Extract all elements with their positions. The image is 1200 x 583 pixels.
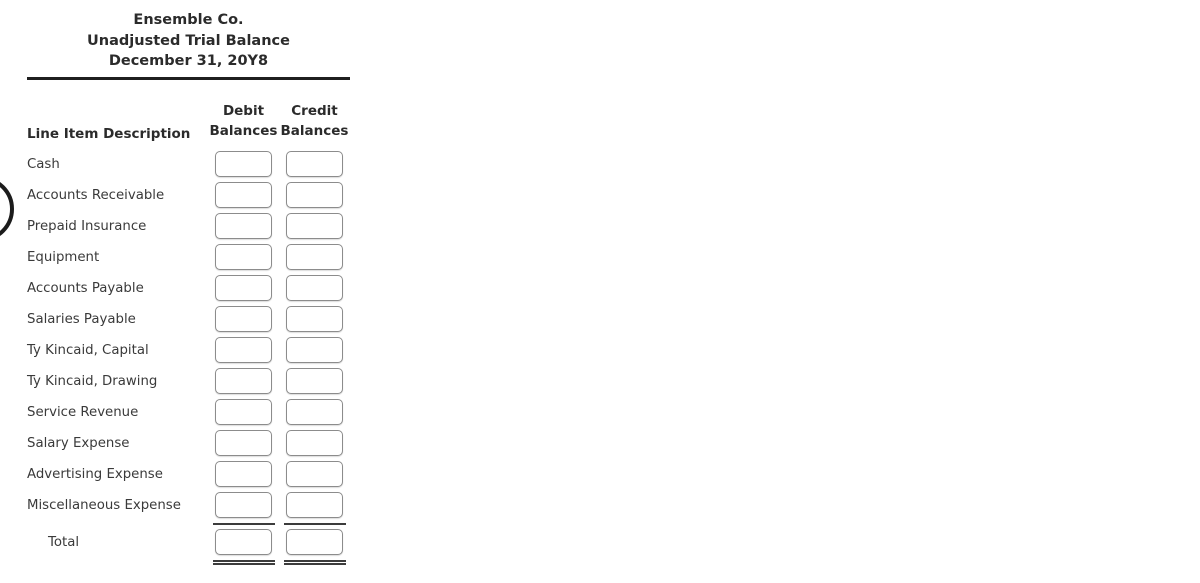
credit-cell — [279, 180, 350, 211]
table-row: Equipment — [27, 242, 350, 273]
debit-input[interactable] — [215, 213, 272, 240]
trial-balance-worksheet: Ensemble Co. Unadjusted Trial Balance De… — [27, 0, 350, 567]
row-label: Advertising Expense — [27, 466, 163, 482]
debit-cell — [208, 304, 279, 335]
row-label: Equipment — [27, 249, 100, 265]
total-double-rule-row — [27, 558, 350, 567]
table-row: Salary Expense — [27, 428, 350, 459]
statement-date: December 31, 20Y8 — [108, 53, 269, 70]
debit-input[interactable] — [215, 399, 272, 426]
column-header-debit-balances: Debit Balances — [208, 80, 279, 149]
table-row: Service Revenue — [27, 397, 350, 428]
debit-cell — [208, 335, 279, 366]
total-debit-input[interactable] — [215, 529, 272, 556]
row-label: Service Revenue — [27, 404, 139, 420]
credit-total-double-rule — [279, 558, 350, 567]
table-row: Miscellaneous Expense — [27, 490, 350, 521]
total-credit-cell — [279, 527, 350, 558]
credit-input[interactable] — [286, 399, 343, 426]
worksheet-title-block: Ensemble Co. Unadjusted Trial Balance De… — [27, 0, 350, 72]
column-header-debit-line1: Debit — [222, 102, 265, 119]
credit-input[interactable] — [286, 275, 343, 302]
row-label: Ty Kincaid, Capital — [27, 342, 149, 358]
credit-cell — [279, 211, 350, 242]
column-header-description: Line Item Description — [27, 125, 191, 142]
credit-input[interactable] — [286, 337, 343, 364]
credit-input[interactable] — [286, 306, 343, 333]
credit-cell — [279, 428, 350, 459]
debit-input[interactable] — [215, 492, 272, 519]
table-header-row: Line Item Description Debit Balances Cre… — [27, 80, 350, 149]
credit-cell — [279, 242, 350, 273]
credit-input[interactable] — [286, 492, 343, 519]
table-row: Salaries Payable — [27, 304, 350, 335]
debit-cell — [208, 459, 279, 490]
debit-cell — [208, 366, 279, 397]
row-label: Salaries Payable — [27, 311, 136, 327]
row-label: Ty Kincaid, Drawing — [27, 373, 158, 389]
debit-input[interactable] — [215, 306, 272, 333]
total-credit-input[interactable] — [286, 529, 343, 556]
credit-cell — [279, 366, 350, 397]
credit-cell — [279, 490, 350, 521]
row-label: Salary Expense — [27, 435, 130, 451]
table-row: Accounts Payable — [27, 273, 350, 304]
row-label: Accounts Receivable — [27, 187, 165, 203]
row-label: Accounts Payable — [27, 280, 144, 296]
debit-input[interactable] — [215, 368, 272, 395]
row-label: Cash — [27, 156, 60, 172]
debit-input[interactable] — [215, 275, 272, 302]
debit-cell — [208, 211, 279, 242]
row-label: Prepaid Insurance — [27, 218, 147, 234]
debit-input[interactable] — [215, 430, 272, 457]
column-header-credit-line2: Balances — [280, 123, 349, 140]
debit-input[interactable] — [215, 151, 272, 178]
total-row: Total — [27, 527, 350, 558]
column-header-credit-balances: Credit Balances — [279, 80, 350, 149]
credit-cell — [279, 149, 350, 180]
debit-input[interactable] — [215, 337, 272, 364]
table-row: Prepaid Insurance — [27, 211, 350, 242]
credit-input[interactable] — [286, 244, 343, 271]
credit-cell — [279, 335, 350, 366]
debit-input[interactable] — [215, 461, 272, 488]
credit-input[interactable] — [286, 368, 343, 395]
table-row: Cash — [27, 149, 350, 180]
row-label: Miscellaneous Expense — [27, 497, 181, 513]
table-row: Ty Kincaid, Capital — [27, 335, 350, 366]
debit-total-double-rule — [208, 558, 279, 567]
debit-cell — [208, 273, 279, 304]
debit-cell — [208, 180, 279, 211]
debit-input[interactable] — [215, 182, 272, 209]
total-label: Total — [48, 534, 80, 550]
table-row: Accounts Receivable — [27, 180, 350, 211]
credit-input[interactable] — [286, 213, 343, 240]
debit-cell — [208, 397, 279, 428]
credit-cell — [279, 459, 350, 490]
debit-cell — [208, 490, 279, 521]
column-header-credit-line1: Credit — [291, 102, 338, 119]
table-row: Advertising Expense — [27, 459, 350, 490]
credit-cell — [279, 397, 350, 428]
statement-title: Unadjusted Trial Balance — [87, 32, 290, 49]
credit-cell — [279, 273, 350, 304]
credit-input[interactable] — [286, 430, 343, 457]
loading-circle-icon — [0, 176, 14, 242]
company-name: Ensemble Co. — [133, 12, 244, 28]
credit-input[interactable] — [286, 151, 343, 178]
total-debit-cell — [208, 527, 279, 558]
table-row: Ty Kincaid, Drawing — [27, 366, 350, 397]
rule-spacer — [27, 558, 208, 567]
trial-balance-table: Line Item Description Debit Balances Cre… — [27, 80, 350, 567]
credit-cell — [279, 304, 350, 335]
debit-input[interactable] — [215, 244, 272, 271]
credit-input[interactable] — [286, 182, 343, 209]
debit-cell — [208, 428, 279, 459]
column-header-debit-line2: Balances — [209, 123, 278, 140]
debit-cell — [208, 149, 279, 180]
credit-input[interactable] — [286, 461, 343, 488]
debit-cell — [208, 242, 279, 273]
